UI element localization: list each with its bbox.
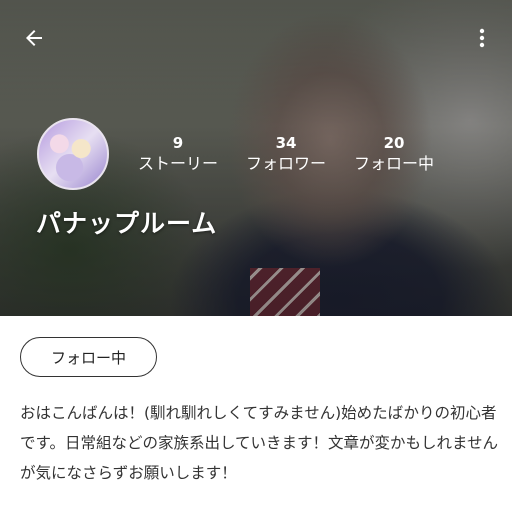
stat-followers-label: フォロワー	[245, 154, 326, 173]
profile-name: パナップルーム	[36, 209, 218, 238]
stat-following-count: 20	[383, 134, 405, 152]
avatar[interactable]	[37, 118, 109, 190]
stat-stories[interactable]: 9 ストーリー	[133, 134, 223, 175]
arrow-left-icon	[26, 30, 42, 46]
stat-stories-count: 9	[172, 134, 184, 152]
more-vertical-icon	[479, 28, 485, 48]
more-options-button[interactable]	[466, 22, 498, 54]
stat-following-label: フォロー中	[353, 154, 434, 173]
following-button[interactable]: フォロー中	[20, 337, 157, 377]
profile-bio: おはこんばんは！(馴れ馴れしくてすみません)始めたばかりの初心者です。日常組など…	[20, 404, 499, 482]
stat-stories-label: ストーリー	[137, 154, 218, 173]
stat-followers[interactable]: 34 フォロワー	[238, 134, 334, 175]
profile-header-cover: 9 ストーリー 34 フォロワー 20 フォロー中 パナップルーム	[0, 0, 512, 316]
stat-followers-count: 34	[275, 134, 297, 152]
stat-following[interactable]: 20 フォロー中	[346, 134, 442, 175]
back-button[interactable]	[18, 22, 50, 54]
